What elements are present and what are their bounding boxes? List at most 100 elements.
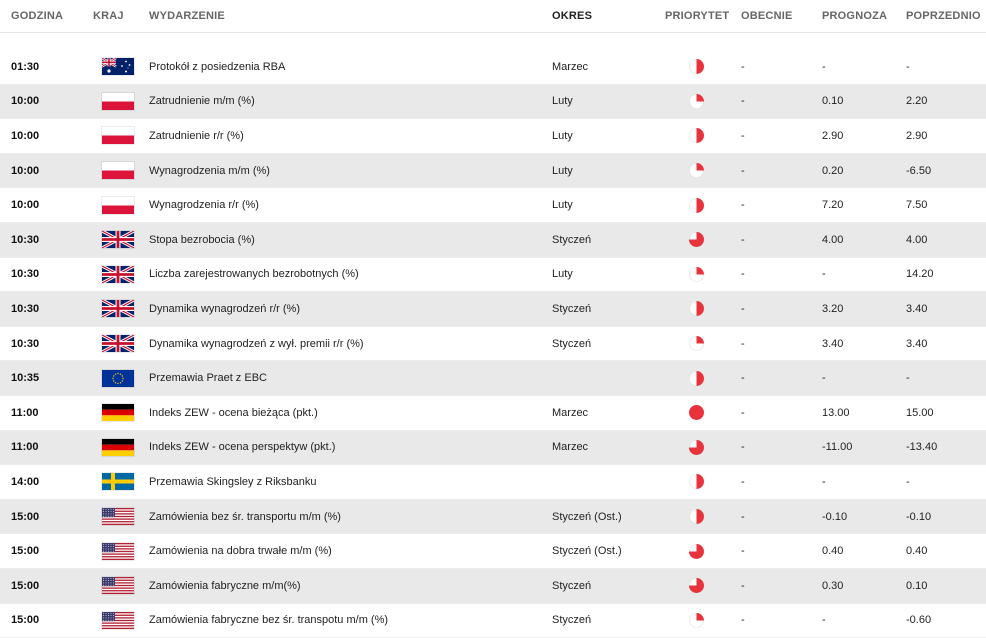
- flag-pl-icon: [88, 127, 148, 144]
- current-value: -: [736, 407, 816, 419]
- event-name[interactable]: Zatrudnienie m/m (%): [148, 95, 552, 107]
- event-name[interactable]: Zamówienia fabryczne m/m(%): [148, 580, 552, 592]
- previous-value: 3.40: [900, 338, 986, 350]
- previous-value: 3.40: [900, 303, 986, 315]
- priority-icon: [656, 544, 736, 559]
- forecast-value: 0.10: [816, 95, 900, 107]
- flag-de-icon: [88, 439, 148, 456]
- previous-value: 7.50: [900, 199, 986, 211]
- flag-us-icon: [88, 543, 148, 560]
- current-value: -: [736, 545, 816, 557]
- event-name[interactable]: Indeks ZEW - ocena perspektyw (pkt.): [148, 441, 552, 453]
- event-name[interactable]: Indeks ZEW - ocena bieżąca (pkt.): [148, 407, 552, 419]
- previous-value: 0.10: [900, 580, 986, 592]
- event-name[interactable]: Stopa bezrobocia (%): [148, 234, 552, 246]
- event-time: 15:00: [0, 511, 88, 523]
- flag-au-icon: [88, 58, 148, 75]
- event-time: 10:30: [0, 303, 88, 315]
- event-name[interactable]: Wynagrodzenia r/r (%): [148, 199, 552, 211]
- event-time: 10:30: [0, 234, 88, 246]
- current-value: -: [736, 511, 816, 523]
- event-period: Styczeń: [552, 303, 656, 315]
- previous-value: 14.20: [900, 268, 986, 280]
- event-period: Luty: [552, 165, 656, 177]
- table-row[interactable]: 10:30Dynamika wynagrodzeń z wył. premii …: [0, 327, 986, 362]
- forecast-value: 2.90: [816, 130, 900, 142]
- previous-value: -: [900, 61, 986, 73]
- header-current[interactable]: OBECNIE: [736, 10, 816, 22]
- flag-gb-icon: [88, 266, 148, 283]
- header-country[interactable]: KRAJ: [88, 10, 148, 22]
- current-value: -: [736, 234, 816, 246]
- table-row[interactable]: 14:00Przemawia Skingsley z Riksbanku---: [0, 465, 986, 500]
- event-name[interactable]: Protokół z posiedzenia RBA: [148, 61, 552, 73]
- event-time: 10:00: [0, 130, 88, 142]
- flag-us-icon: [88, 612, 148, 629]
- event-name[interactable]: Zamówienia bez śr. transportu m/m (%): [148, 511, 552, 523]
- priority-icon: [656, 578, 736, 593]
- table-row[interactable]: 10:00Zatrudnienie r/r (%)Luty-2.902.90: [0, 119, 986, 154]
- table-row[interactable]: 15:00Zamówienia na dobra trwałe m/m (%)S…: [0, 534, 986, 569]
- flag-pl-icon: [88, 197, 148, 214]
- event-name[interactable]: Wynagrodzenia m/m (%): [148, 165, 552, 177]
- event-name[interactable]: Przemawia Praet z EBC: [148, 372, 552, 384]
- event-name[interactable]: Dynamika wynagrodzeń r/r (%): [148, 303, 552, 315]
- forecast-value: 4.00: [816, 234, 900, 246]
- previous-value: 2.90: [900, 130, 986, 142]
- forecast-value: -0.10: [816, 511, 900, 523]
- event-name[interactable]: Dynamika wynagrodzeń z wył. premii r/r (…: [148, 338, 552, 350]
- table-row[interactable]: 10:30Stopa bezrobocia (%)Styczeń-4.004.0…: [0, 223, 986, 258]
- forecast-value: -: [816, 372, 900, 384]
- flag-us-icon: [88, 508, 148, 525]
- header-event[interactable]: WYDARZENIE: [148, 10, 552, 22]
- header-period[interactable]: OKRES: [552, 10, 656, 22]
- event-period: Styczeń: [552, 234, 656, 246]
- table-row[interactable]: 10:00Wynagrodzenia r/r (%)Luty-7.207.50: [0, 188, 986, 223]
- event-period: Styczeń: [552, 338, 656, 350]
- table-row[interactable]: 11:00Indeks ZEW - ocena bieżąca (pkt.)Ma…: [0, 396, 986, 431]
- forecast-value: 3.20: [816, 303, 900, 315]
- priority-icon: [656, 336, 736, 351]
- event-name[interactable]: Zatrudnienie r/r (%): [148, 130, 552, 142]
- flag-gb-icon: [88, 231, 148, 248]
- previous-value: 2.20: [900, 95, 986, 107]
- event-time: 14:00: [0, 476, 88, 488]
- event-name[interactable]: Zamówienia fabryczne bez śr. transpotu m…: [148, 614, 552, 626]
- table-row[interactable]: 10:00Zatrudnienie m/m (%)Luty-0.102.20: [0, 85, 986, 120]
- table-row[interactable]: 11:00 Indeks ZEW - ocena perspektyw (pkt.…: [0, 431, 986, 466]
- priority-icon: [656, 163, 736, 178]
- previous-value: -0.10: [900, 511, 986, 523]
- header-spacer: [0, 33, 986, 50]
- event-name[interactable]: Zamówienia na dobra trwałe m/m (%): [148, 545, 552, 557]
- table-body: 01:30Protokół z posiedzenia RBAMarzec---…: [0, 50, 986, 638]
- table-row[interactable]: 15:00Zamówienia fabryczne m/m(%)Styczeń-…: [0, 569, 986, 604]
- event-period: Styczeń (Ost.): [552, 511, 656, 523]
- table-row[interactable]: 15:00 Zamówienia bez śr. transportu m/m (…: [0, 500, 986, 535]
- table-row[interactable]: 01:30Protokół z posiedzenia RBAMarzec---: [0, 50, 986, 85]
- priority-icon: [656, 94, 736, 109]
- event-time: 01:30: [0, 61, 88, 73]
- priority-icon: [656, 474, 736, 489]
- header-previous[interactable]: POPRZEDNIO: [900, 10, 986, 22]
- event-period: Marzec: [552, 61, 656, 73]
- current-value: -: [736, 372, 816, 384]
- table-row[interactable]: 10:35Przemawia Praet z EBC---: [0, 361, 986, 396]
- table-row[interactable]: 10:00Wynagrodzenia m/m (%)Luty-0.20-6.50: [0, 154, 986, 189]
- current-value: -: [736, 476, 816, 488]
- flag-gb-icon: [88, 300, 148, 317]
- previous-value: 0.40: [900, 545, 986, 557]
- forecast-value: 0.30: [816, 580, 900, 592]
- header-priority[interactable]: PRIORYTET: [656, 10, 736, 22]
- current-value: -: [736, 95, 816, 107]
- table-row[interactable]: 10:30Liczba zarejestrowanych bezrobotnyc…: [0, 258, 986, 293]
- event-time: 11:00: [0, 441, 88, 453]
- event-name[interactable]: Przemawia Skingsley z Riksbanku: [148, 476, 552, 488]
- header-forecast[interactable]: PROGNOZA: [816, 10, 900, 22]
- header-time[interactable]: GODZINA: [0, 10, 88, 22]
- current-value: -: [736, 303, 816, 315]
- table-header: GODZINA KRAJ WYDARZENIE OKRES PRIORYTET …: [0, 0, 986, 33]
- event-time: 15:00: [0, 614, 88, 626]
- table-row[interactable]: 10:30 Dynamika wynagrodzeń r/r (%)Styczeń…: [0, 292, 986, 327]
- event-name[interactable]: Liczba zarejestrowanych bezrobotnych (%): [148, 268, 552, 280]
- priority-icon: [656, 128, 736, 143]
